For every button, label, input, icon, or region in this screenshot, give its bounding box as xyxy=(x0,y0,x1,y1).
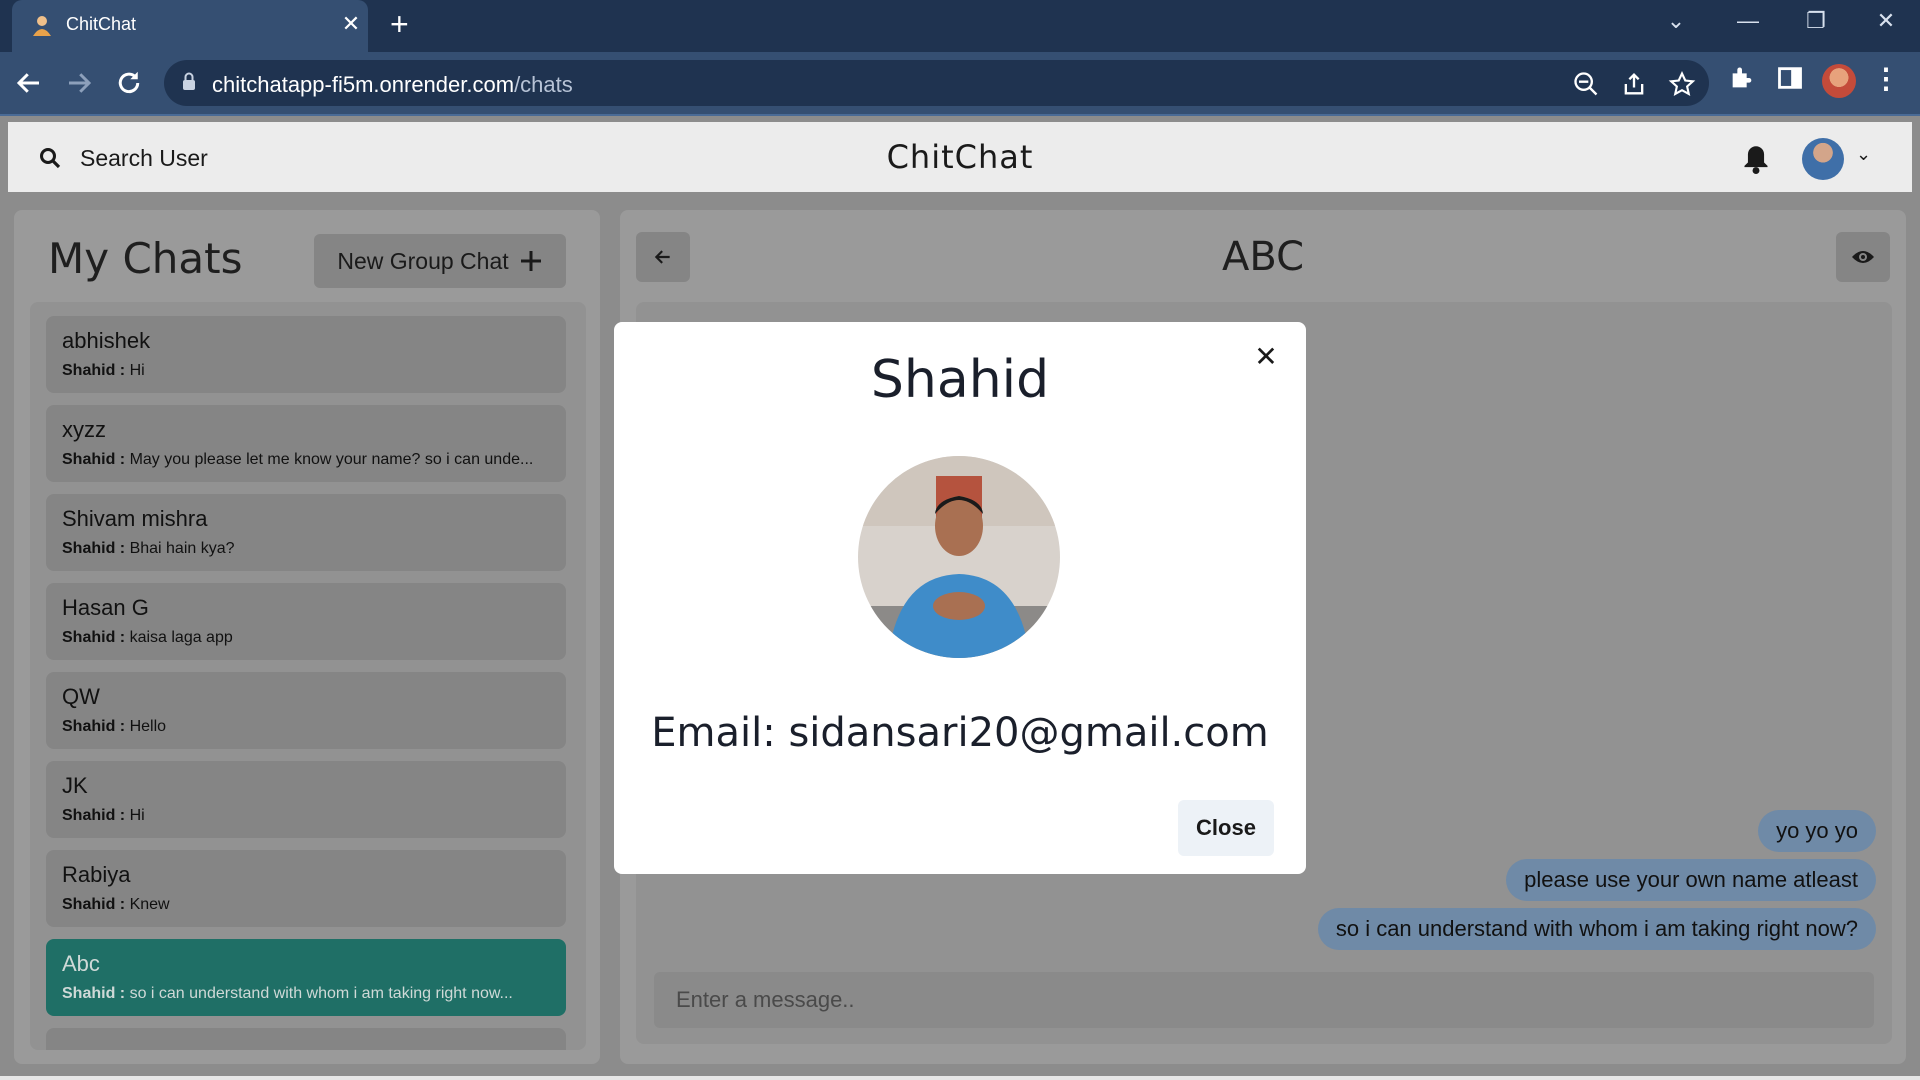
my-chats-title: My Chats xyxy=(48,234,243,283)
tab-search-icon[interactable]: ⌄ xyxy=(1656,8,1696,34)
chat-name: JK xyxy=(62,773,88,798)
chat-name: QW xyxy=(62,684,100,709)
chat-list-item[interactable]: QW Shahid : Hello xyxy=(46,672,566,749)
message-input[interactable] xyxy=(654,972,1878,1028)
chat-list: abhishek Shahid : Hi xyzz Shahid : May y… xyxy=(30,302,586,1050)
chat-name: Abc xyxy=(62,951,100,976)
chat-preview: Shahid : Knew xyxy=(62,896,170,914)
chat-sender: Shahid : xyxy=(62,718,126,735)
chat-list-item[interactable]: xyzz Shahid : May you please let me know… xyxy=(46,405,566,482)
new-group-chat-button[interactable]: New Group Chat xyxy=(314,234,566,288)
modal-email: Email: sidansari20@gmail.com xyxy=(651,710,1269,756)
chat-name: Rabiya xyxy=(62,862,131,887)
chat-preview-text: kaisa laga app xyxy=(129,629,233,646)
chat-list-item[interactable]: JK Shahid : Hi xyxy=(46,761,566,838)
chat-preview-text: Hi xyxy=(129,362,145,379)
chat-sender: Shahid : xyxy=(62,896,126,913)
chat-title: ABC xyxy=(1221,234,1305,280)
lock-icon[interactable] xyxy=(182,72,196,90)
view-profile-button[interactable] xyxy=(1836,232,1890,282)
browser-tab[interactable]: ChitChat ✕ xyxy=(12,0,368,52)
bookmark-star-icon[interactable] xyxy=(1668,70,1696,98)
url-text[interactable]: chitchatapp-fi5m.onrender.com/chats xyxy=(212,72,573,98)
chat-preview-text: Hi xyxy=(129,807,145,824)
side-panel-icon[interactable] xyxy=(1776,64,1804,92)
share-icon[interactable] xyxy=(1620,70,1648,98)
modal-close-button[interactable]: Close xyxy=(1178,800,1274,856)
reload-icon[interactable] xyxy=(114,68,144,98)
chat-list-item[interactable]: abhishek Shahid : Hi xyxy=(46,316,566,393)
app-header: Search User ChitChat ⌄ xyxy=(8,122,1912,192)
tab-title: ChitChat xyxy=(66,14,137,34)
url-host: chitchatapp-fi5m.onrender.com xyxy=(212,72,515,97)
omnibox[interactable]: chitchatapp-fi5m.onrender.com/chats xyxy=(164,60,1709,106)
new-group-chat-label: New Group Chat xyxy=(337,247,509,274)
chat-list-item[interactable]: Shivam mishra Shahid : Bhai hain kya? xyxy=(46,494,566,571)
chat-preview-text: Knew xyxy=(129,896,170,913)
chat-preview: Shahid : Hi xyxy=(62,807,145,825)
extensions-puzzle-icon[interactable] xyxy=(1728,64,1756,92)
user-avatar[interactable] xyxy=(1802,138,1844,180)
chat-sender: Shahid : xyxy=(62,629,126,646)
browser-address-bar: chitchatapp-fi5m.onrender.com/chats xyxy=(0,52,1920,116)
minimize-button[interactable]: — xyxy=(1728,8,1768,34)
chevron-down-icon[interactable]: ⌄ xyxy=(1856,144,1871,165)
chat-sender: Shahid : xyxy=(62,362,126,379)
chat-preview-text: so i can understand with whom i am takin… xyxy=(129,985,513,1002)
zoom-out-icon[interactable] xyxy=(1572,70,1600,98)
chat-preview: Shahid : May you please let me know your… xyxy=(62,451,533,469)
chat-preview-text: May you please let me know your name? so… xyxy=(129,451,534,468)
message-bubble: so i can understand with whom i am takin… xyxy=(1317,908,1876,950)
chat-sender: Shahid : xyxy=(62,985,126,1002)
browser-tab-bar: ChitChat ✕ + ⌄ — ❐ ✕ xyxy=(0,0,1920,52)
forward-arrow-icon[interactable] xyxy=(64,68,94,98)
page-bottom-edge xyxy=(0,1076,1920,1080)
profile-photo xyxy=(858,456,1060,658)
chat-list-item-selected[interactable]: Abc Shahid : so i can understand with wh… xyxy=(46,939,566,1016)
profile-photo-image xyxy=(858,456,1060,658)
chat-list-item-partial[interactable] xyxy=(46,1028,566,1050)
chat-preview: Shahid : so i can understand with whom i… xyxy=(62,985,513,1003)
restore-button[interactable]: ❐ xyxy=(1796,8,1836,34)
chat-name: Hasan G xyxy=(62,595,149,620)
app-title: ChitChat xyxy=(886,138,1034,176)
modal-user-name: Shahid xyxy=(870,350,1050,410)
my-chats-panel: My Chats New Group Chat abhishek Shahid … xyxy=(14,210,600,1064)
chat-preview: Shahid : Hello xyxy=(62,718,166,736)
new-tab-button[interactable]: + xyxy=(390,6,409,43)
notification-bell-icon[interactable] xyxy=(1742,144,1770,174)
chat-preview-text: Hello xyxy=(129,718,167,735)
url-path: /chats xyxy=(514,72,573,97)
chat-preview-text: Bhai hain kya? xyxy=(129,540,235,557)
browser-profile-avatar[interactable] xyxy=(1822,64,1856,98)
chat-name: abhishek xyxy=(62,328,151,353)
chat-name: xyzz xyxy=(62,417,106,442)
browser-menu-icon[interactable]: ⋮ xyxy=(1872,62,1900,95)
back-arrow-icon[interactable] xyxy=(14,68,44,98)
chat-sender: Shahid : xyxy=(62,807,126,824)
chat-preview: Shahid : Bhai hain kya? xyxy=(62,540,235,558)
close-window-button[interactable]: ✕ xyxy=(1866,8,1906,34)
eye-icon xyxy=(1852,251,1874,263)
message-bubble: yo yo yo xyxy=(1758,810,1876,852)
chat-preview: Shahid : Hi xyxy=(62,362,145,380)
chat-name: Shivam mishra xyxy=(62,506,208,531)
message-bubble: please use your own name atleast xyxy=(1506,859,1876,901)
chat-sender: Shahid : xyxy=(62,540,126,557)
tab-close-icon[interactable]: ✕ xyxy=(338,11,364,37)
message-input-wrapper xyxy=(654,972,1878,1028)
chat-list-item[interactable]: Hasan G Shahid : kaisa laga app xyxy=(46,583,566,660)
plus-icon xyxy=(520,251,541,271)
chat-preview: Shahid : kaisa laga app xyxy=(62,629,233,647)
chat-sender: Shahid : xyxy=(62,451,126,468)
chitchat-favicon-icon xyxy=(33,16,51,36)
chat-list-item[interactable]: Rabiya Shahid : Knew xyxy=(46,850,566,927)
profile-modal: ✕ Shahid Email: sidansari20@gmail.com Cl… xyxy=(614,322,1306,874)
